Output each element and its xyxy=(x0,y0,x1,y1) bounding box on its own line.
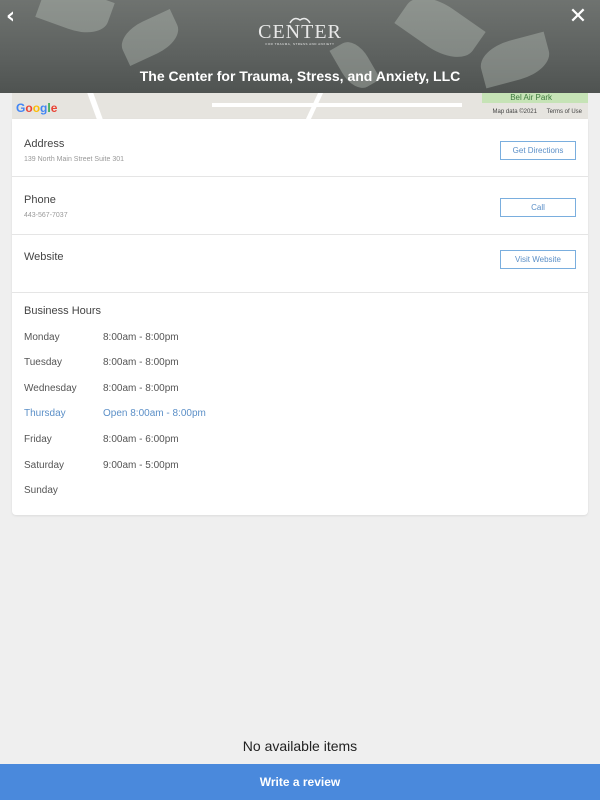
phone-value: 443-567-7037 xyxy=(24,212,68,219)
map-attribution: Map data ©2021 Terms of Use xyxy=(485,109,582,115)
back-chevron-icon[interactable]: ‹ xyxy=(6,6,24,28)
close-x-icon[interactable]: ✕ xyxy=(568,6,588,28)
hours-day: Wednesday xyxy=(24,383,77,394)
hours-day: Tuesday xyxy=(24,357,62,368)
logo-wordmark: CENTER xyxy=(258,21,342,43)
address-row: Address 139 North Main Street Suite 301 … xyxy=(12,119,588,177)
map-data-text: Map data ©2021 xyxy=(492,109,537,115)
hours-day: Thursday xyxy=(24,408,66,419)
hours-day: Saturday xyxy=(24,460,65,471)
address-value: 139 North Main Street Suite 301 xyxy=(24,156,125,163)
hours-row: Sunday xyxy=(24,485,103,496)
hours-row: Saturday 9:00am - 5:00pm xyxy=(24,460,179,471)
get-directions-button[interactable]: Get Directions xyxy=(500,141,576,160)
phone-row: Phone 443-567-7037 Call xyxy=(12,177,588,235)
website-row: Website Visit Website xyxy=(12,235,588,293)
phone-label: Phone xyxy=(24,194,56,206)
hours-day: Sunday xyxy=(24,485,58,496)
leaf-decoration xyxy=(394,0,486,69)
header-banner: ‹ ✕ CENTER FOR TRAUMA, STRESS AND ANXIET… xyxy=(0,0,600,93)
location-map[interactable]: Google Bel Air Park Map data ©2021 Terms… xyxy=(12,93,588,119)
hours-day: Friday xyxy=(24,434,52,445)
address-label: Address xyxy=(24,138,65,150)
map-road xyxy=(87,93,103,119)
website-label: Website xyxy=(24,251,64,263)
hours-time: 8:00am - 8:00pm xyxy=(103,357,179,368)
hours-row: Wednesday 8:00am - 8:00pm xyxy=(24,383,179,394)
reviews-empty-text: No available items xyxy=(242,738,358,754)
business-logo: CENTER FOR TRAUMA, STRESS AND ANXIETY xyxy=(250,12,350,46)
hours-time: 8:00am - 6:00pm xyxy=(103,434,179,445)
hours-time: 8:00am - 8:00pm xyxy=(103,383,179,394)
hours-row: Monday 8:00am - 8:00pm xyxy=(24,332,179,343)
hours-time: 9:00am - 5:00pm xyxy=(103,460,179,471)
hours-time: 8:00am - 8:00pm xyxy=(103,332,179,343)
hours-row: Friday 8:00am - 6:00pm xyxy=(24,434,179,445)
hours-row-today: Thursday Open 8:00am - 8:00pm xyxy=(24,408,206,419)
hours-time: Open 8:00am - 8:00pm xyxy=(103,408,206,419)
business-details-card: Address 139 North Main Street Suite 301 … xyxy=(12,119,588,515)
map-road xyxy=(212,103,462,107)
visit-website-button[interactable]: Visit Website xyxy=(500,250,576,269)
business-title: The Center for Trauma, Stress, and Anxie… xyxy=(139,68,461,84)
google-logo: Google xyxy=(16,101,58,115)
map-terms-link[interactable]: Terms of Use xyxy=(547,109,582,115)
write-review-button[interactable]: Write a review xyxy=(0,764,600,800)
hours-day: Monday xyxy=(24,332,60,343)
call-button[interactable]: Call xyxy=(500,198,576,217)
leaf-decoration xyxy=(35,0,115,41)
hours-row: Tuesday 8:00am - 8:00pm xyxy=(24,357,179,368)
map-park-label: Bel Air Park xyxy=(510,93,552,102)
leaf-decoration xyxy=(115,8,185,67)
business-hours-title: Business Hours xyxy=(24,305,102,317)
